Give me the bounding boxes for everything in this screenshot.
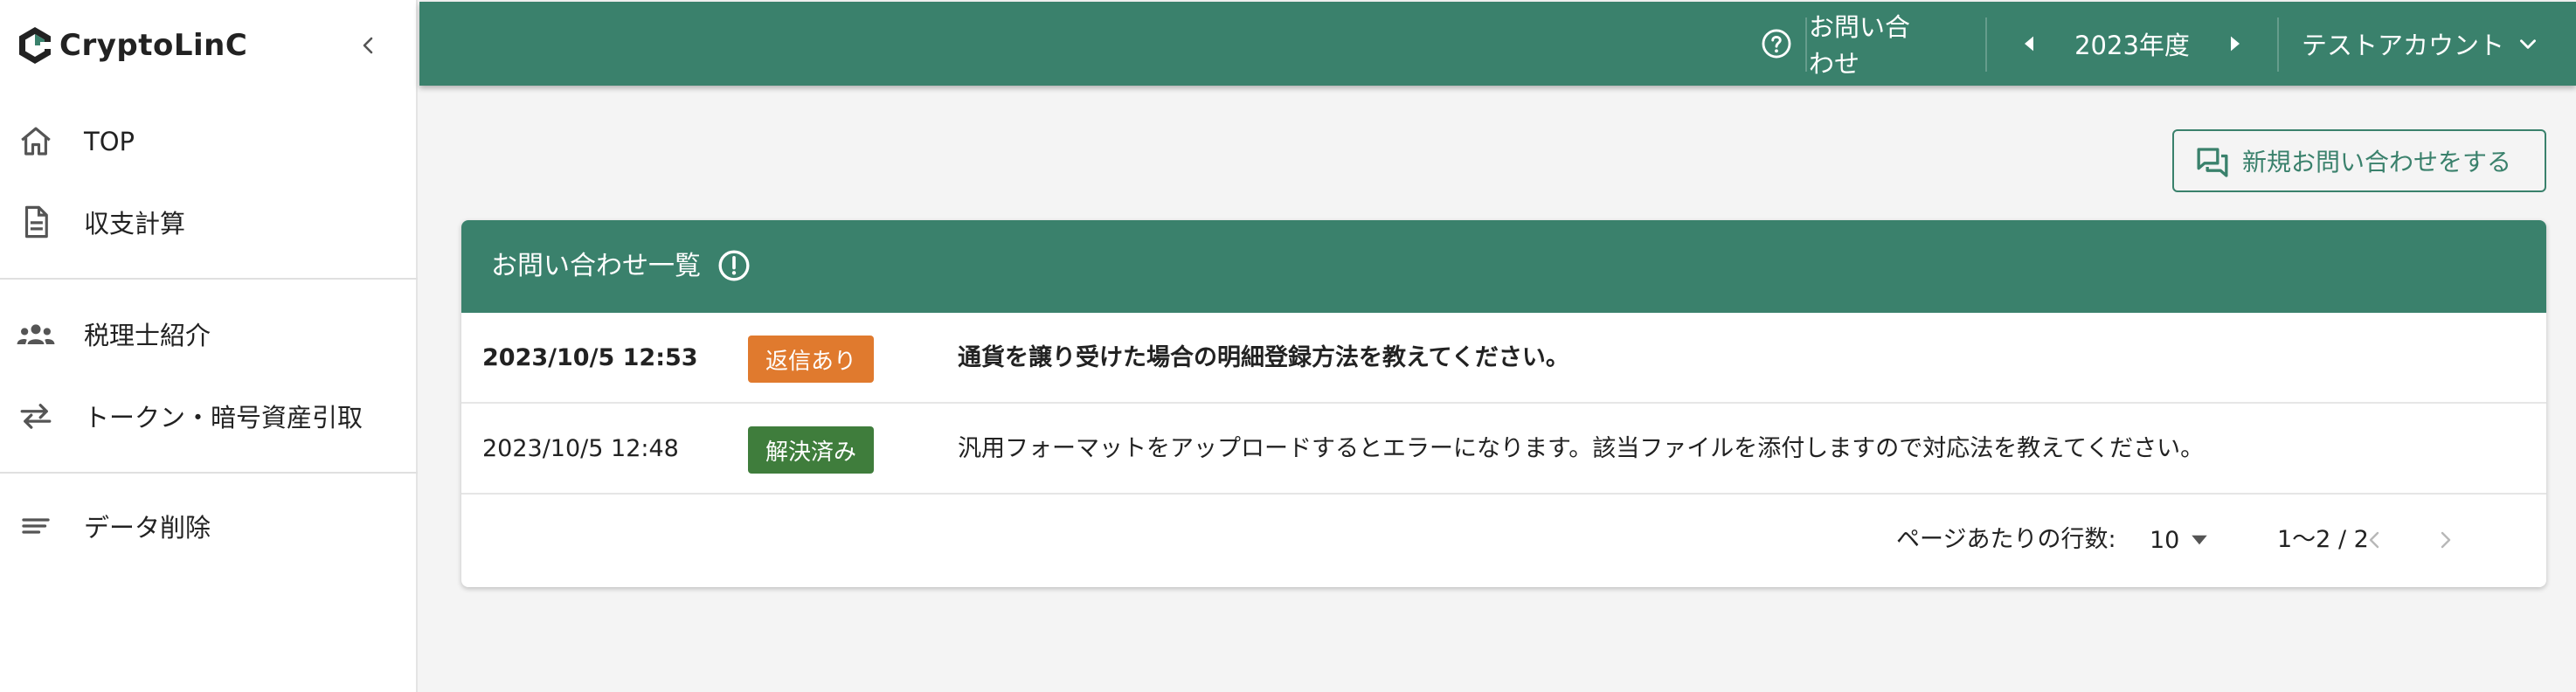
contact-link[interactable]: お問い合わせ <box>1809 2 1933 86</box>
collapse-sidebar-button[interactable] <box>350 26 388 65</box>
inquiry-date: 2023/10/5 12:53 <box>482 344 698 371</box>
sidebar: CryptoLinC TOP 収支計算 税理士紹介 トークン・暗号資産引取 デー… <box>0 0 418 692</box>
prev-page-button[interactable] <box>2354 519 2396 561</box>
prev-year-button[interactable] <box>2008 2 2050 86</box>
home-icon <box>14 120 58 163</box>
sidebar-divider <box>0 472 418 474</box>
info-icon[interactable] <box>717 248 751 283</box>
sidebar-divider <box>0 278 418 280</box>
new-inquiry-button[interactable]: 新規お問い合わせをする <box>2172 129 2546 192</box>
rows-per-page-select[interactable]: 10 <box>2150 517 2219 563</box>
chevron-right-icon <box>2441 531 2451 549</box>
help-circle-icon <box>1762 29 1791 59</box>
inquiry-subject: 汎用フォーマットをアップロードするとエラーになります。該当ファイルを添付しますの… <box>958 435 2205 462</box>
swap-arrows-icon <box>14 394 58 438</box>
caret-right-icon <box>2231 36 2240 52</box>
table-row[interactable]: 2023/10/5 12:53 返信あり 通貨を譲り受けた場合の明細登録方法を教… <box>461 313 2546 404</box>
sidebar-item-label: 税理士紹介 <box>84 321 211 350</box>
inquiry-list-card: お問い合わせ一覧 2023/10/5 12:53 返信あり 通貨を譲り受けた場合… <box>461 220 2546 587</box>
inquiry-date: 2023/10/5 12:48 <box>482 435 679 462</box>
sidebar-item-label: トークン・暗号資産引取 <box>84 403 364 432</box>
lines-icon <box>14 504 58 548</box>
chat-icon <box>2197 148 2228 177</box>
help-button[interactable] <box>1748 2 1805 86</box>
sidebar-item-data-delete[interactable]: データ削除 <box>0 491 418 561</box>
sidebar-item-label: 収支計算 <box>84 209 186 239</box>
table-row[interactable]: 2023/10/5 12:48 解決済み 汎用フォーマットをアップロードするとエ… <box>461 404 2546 495</box>
inquiry-subject: 通貨を譲り受けた場合の明細登録方法を教えてください。 <box>958 344 1569 371</box>
logo-text: CryptoLinC <box>59 28 248 63</box>
header-divider <box>1985 17 1987 72</box>
pagination: ページあたりの行数: 10 1〜2 / 2 <box>461 495 2546 585</box>
status-badge: 解決済み <box>748 426 874 474</box>
inquiry-list-title: お問い合わせ一覧 <box>491 251 701 281</box>
document-icon <box>14 200 58 244</box>
status-badge: 返信あり <box>748 336 874 383</box>
new-inquiry-label: 新規お問い合わせをする <box>2242 148 2512 176</box>
rows-per-page-value: 10 <box>2150 526 2180 554</box>
next-year-button[interactable] <box>2214 2 2256 86</box>
people-icon <box>14 312 58 356</box>
header-divider <box>1805 17 1807 72</box>
caret-down-icon <box>2192 535 2208 545</box>
sidebar-item-label: データ削除 <box>84 513 211 543</box>
next-page-button[interactable] <box>2424 519 2466 561</box>
sidebar-item-label: TOP <box>84 127 135 156</box>
caret-left-icon <box>2025 36 2033 52</box>
fiscal-year-label: 2023年度 <box>2074 31 2190 60</box>
chevron-left-icon <box>2369 531 2379 549</box>
rows-per-page-label: ページあたりの行数: <box>1896 526 2116 553</box>
logo[interactable]: CryptoLinC <box>0 0 418 89</box>
account-name: テストアカウント <box>2302 31 2505 60</box>
inquiry-list-header: お問い合わせ一覧 <box>461 220 2546 313</box>
header-divider <box>2277 17 2279 72</box>
chevron-down-icon <box>2520 39 2537 49</box>
sidebar-item-token-pickup[interactable]: トークン・暗号資産引取 <box>0 381 418 451</box>
chevron-left-icon <box>363 37 373 54</box>
sidebar-item-tax-accountant[interactable]: 税理士紹介 <box>0 299 418 369</box>
sidebar-item-top[interactable]: TOP <box>0 107 418 176</box>
sidebar-item-income-calc[interactable]: 収支計算 <box>0 187 418 257</box>
cryptolinc-logo-icon <box>19 27 52 64</box>
top-header: お問い合わせ 2023年度 テストアカウント <box>419 2 2576 86</box>
account-menu[interactable]: テストアカウント <box>2281 2 2560 86</box>
